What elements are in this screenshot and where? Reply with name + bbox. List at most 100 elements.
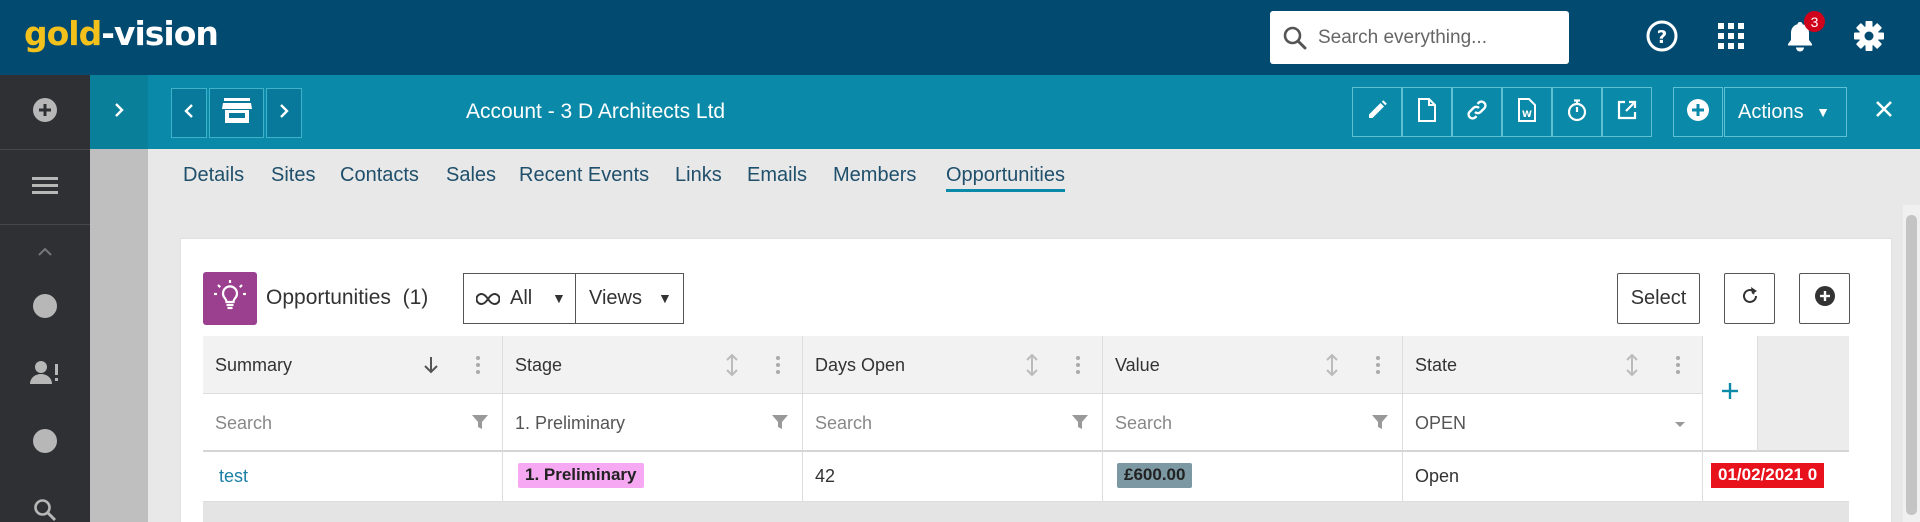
store-icon: [221, 97, 252, 129]
date-pill: 01/02/2021 0: [1711, 463, 1825, 488]
sort-icon[interactable]: [721, 353, 743, 377]
stage-pill: 1. Preliminary: [518, 463, 644, 488]
chevron-up-icon[interactable]: [30, 237, 60, 267]
tab-recent-events[interactable]: Recent Events: [519, 164, 649, 187]
menu-icon: [32, 175, 58, 200]
gear-icon[interactable]: [1852, 19, 1886, 53]
sort-icon[interactable]: [1021, 353, 1043, 377]
sort-icon[interactable]: [1621, 353, 1643, 377]
opportunity-link[interactable]: test: [219, 466, 248, 487]
filter-stage[interactable]: 1. Preliminary: [503, 394, 803, 452]
kebab-icon[interactable]: [473, 353, 483, 377]
table-row-summary-cell[interactable]: test: [203, 452, 503, 502]
word-document-button[interactable]: W: [1502, 87, 1552, 137]
filter-days-open[interactable]: Search: [803, 394, 1103, 452]
kebab-icon[interactable]: [1073, 353, 1083, 377]
timer-button[interactable]: [1552, 87, 1602, 137]
global-search-input[interactable]: [1318, 26, 1548, 49]
column-header-days-open[interactable]: Days Open: [803, 336, 1103, 394]
add-opportunity-button[interactable]: [1799, 273, 1850, 324]
svg-text:?: ?: [1657, 27, 1667, 48]
value-pill: £600.00: [1117, 463, 1193, 488]
chevron-left-icon: [183, 103, 195, 124]
edit-icon: [1366, 99, 1388, 126]
filter-state[interactable]: OPEN: [1403, 394, 1703, 452]
add-circle-icon: [32, 97, 58, 128]
previous-record-button[interactable]: [171, 88, 207, 138]
filter-all-dropdown[interactable]: All ▼: [463, 273, 576, 324]
refresh-button[interactable]: [1724, 273, 1775, 324]
global-search[interactable]: [1270, 11, 1569, 64]
document-button[interactable]: [1402, 87, 1452, 137]
filter-icon[interactable]: [1371, 413, 1389, 431]
circle-icon[interactable]: [30, 291, 60, 321]
close-record-button[interactable]: [1868, 95, 1900, 127]
opportunities-grid: Summary Stage Days Open Value State Sear…: [203, 336, 1849, 522]
caret-down-icon[interactable]: [1671, 416, 1689, 434]
column-header-state[interactable]: State: [1403, 336, 1703, 394]
filter-value-input[interactable]: Search: [1115, 413, 1172, 434]
close-icon: [1875, 100, 1893, 123]
filter-summary[interactable]: Search: [203, 394, 503, 452]
tab-contacts[interactable]: Contacts: [340, 164, 419, 187]
tab-members[interactable]: Members: [833, 164, 916, 187]
table-row-value-cell: £600.00: [1103, 452, 1403, 502]
filter-days-open-input[interactable]: Search: [815, 413, 872, 434]
link-icon: [1465, 98, 1489, 127]
tab-sites[interactable]: Sites: [271, 164, 315, 187]
tab-opportunities[interactable]: Opportunities: [946, 164, 1065, 192]
filter-icon[interactable]: [771, 413, 789, 431]
column-header-summary[interactable]: Summary: [203, 336, 503, 394]
plus-circle-icon: [1814, 285, 1836, 313]
sort-icon[interactable]: [1321, 353, 1343, 377]
kebab-icon[interactable]: [1673, 353, 1683, 377]
tab-links[interactable]: Links: [675, 164, 722, 187]
page-scrollbar[interactable]: [1903, 205, 1920, 522]
views-dropdown[interactable]: Views ▼: [575, 273, 684, 324]
column-header-stage[interactable]: Stage: [503, 336, 803, 394]
kebab-icon[interactable]: [1373, 353, 1383, 377]
expand-panel-button[interactable]: [90, 75, 148, 149]
gold-vision-logo[interactable]: gold-vision: [24, 14, 219, 53]
panel-count: (1): [402, 286, 429, 309]
plus-icon: [1720, 381, 1740, 406]
external-link-icon: [1616, 99, 1638, 126]
top-bar: gold-vision ? 3: [0, 0, 1920, 75]
document-icon: [1417, 97, 1437, 127]
help-icon[interactable]: ?: [1645, 19, 1679, 53]
sort-down-icon[interactable]: [420, 353, 442, 377]
search-icon[interactable]: [30, 495, 60, 522]
filter-value[interactable]: Search: [1103, 394, 1403, 452]
next-record-button[interactable]: [266, 88, 302, 138]
user-alert-icon[interactable]: [30, 358, 60, 388]
nav-menu[interactable]: [0, 150, 90, 225]
edit-button[interactable]: [1352, 87, 1402, 137]
nav-add[interactable]: [0, 75, 90, 150]
select-button[interactable]: Select: [1617, 273, 1700, 324]
views-label: Views: [589, 287, 642, 309]
column-header-value[interactable]: Value: [1103, 336, 1403, 394]
kebab-icon[interactable]: [773, 353, 783, 377]
scrollbar-thumb[interactable]: [1906, 215, 1917, 515]
apps-grid-icon[interactable]: [1714, 19, 1748, 53]
tab-details[interactable]: Details: [183, 164, 244, 187]
add-button[interactable]: [1673, 87, 1723, 137]
logo-text-gold: gold: [24, 14, 102, 53]
tab-sales[interactable]: Sales: [446, 164, 496, 187]
tab-emails[interactable]: Emails: [747, 164, 807, 187]
link-button[interactable]: [1452, 87, 1502, 137]
filter-summary-input[interactable]: Search: [215, 413, 272, 434]
circle-icon[interactable]: [30, 426, 60, 456]
actions-dropdown[interactable]: Actions ▼: [1724, 87, 1847, 137]
days-open-value: 42: [815, 466, 836, 486]
logo-text-vision: -vision: [101, 14, 219, 53]
filter-icon[interactable]: [471, 413, 489, 431]
caret-down-icon: ▼: [658, 290, 672, 306]
filter-icon[interactable]: [1071, 413, 1089, 431]
filter-state-value[interactable]: OPEN: [1415, 413, 1466, 434]
account-type-button[interactable]: [209, 88, 264, 138]
open-external-button[interactable]: [1602, 87, 1652, 137]
panel-title-text: Opportunities: [266, 286, 391, 309]
filter-stage-value[interactable]: 1. Preliminary: [515, 413, 625, 434]
add-column-button[interactable]: [1703, 336, 1758, 452]
